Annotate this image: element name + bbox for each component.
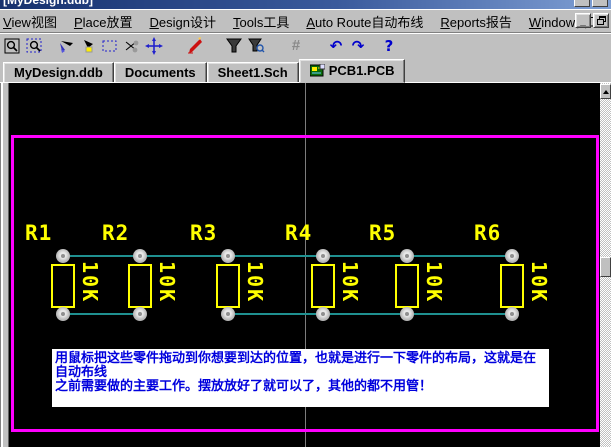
pad[interactable] bbox=[400, 307, 414, 321]
value-label: 10K bbox=[527, 261, 551, 303]
deselect-button[interactable] bbox=[121, 35, 143, 57]
select-area-button[interactable] bbox=[99, 35, 121, 57]
menu-tools[interactable]: Tools工具 bbox=[224, 9, 298, 34]
cross-probe-button[interactable] bbox=[55, 35, 77, 57]
highlight-pen-button[interactable] bbox=[77, 35, 99, 57]
probe-knife-icon bbox=[57, 37, 75, 55]
pad[interactable] bbox=[505, 307, 519, 321]
resistor-body bbox=[51, 264, 75, 308]
scrollbar-thumb[interactable] bbox=[600, 257, 611, 277]
scatter-dots-icon bbox=[123, 37, 141, 55]
pcb-document-icon bbox=[310, 64, 325, 77]
vertical-scrollbar[interactable] bbox=[600, 83, 611, 447]
pad[interactable] bbox=[133, 249, 147, 263]
instruction-note[interactable]: 用鼠标把这些零件拖动到你想要到达的位置，也就是进行一下零件的布局，这就是在自动布… bbox=[52, 349, 549, 407]
tab-sheet1-sch[interactable]: Sheet1.Sch bbox=[207, 62, 299, 83]
component-r3[interactable]: R3 10K bbox=[216, 221, 296, 333]
value-label: 10K bbox=[155, 261, 179, 303]
minimize-button[interactable]: _ bbox=[575, 13, 591, 28]
filter-button[interactable] bbox=[223, 35, 245, 57]
left-edge-strip bbox=[0, 83, 9, 447]
value-label: 10K bbox=[338, 261, 362, 303]
help-icon: ? bbox=[385, 37, 394, 55]
tab-pcb1-pcb[interactable]: PCB1.PCB bbox=[299, 59, 406, 83]
interactive-edit-button[interactable] bbox=[183, 35, 205, 57]
pad[interactable] bbox=[56, 307, 70, 321]
funnel-magnifier-icon bbox=[247, 37, 265, 55]
arrow-up-icon bbox=[603, 90, 609, 94]
document-tab-bar: MyDesign.ddb Documents Sheet1.Sch PCB1.P… bbox=[0, 58, 611, 83]
menu-bar: View视图 Place放置 Design设计 Tools工具 Auto Rou… bbox=[0, 9, 611, 32]
tab-label: PCB1.PCB bbox=[329, 63, 395, 78]
designator-label: R6 bbox=[474, 221, 501, 245]
undo-icon: ↶ bbox=[330, 37, 343, 55]
menu-view[interactable]: View视图 bbox=[0, 9, 66, 34]
titlebar-minimize-button[interactable] bbox=[574, 0, 590, 7]
pad[interactable] bbox=[221, 307, 235, 321]
toolbar: # ↶ ↷ ? bbox=[0, 32, 611, 58]
undo-button[interactable]: ↶ bbox=[325, 35, 347, 57]
red-pencil-icon bbox=[185, 37, 203, 55]
menu-autoroute[interactable]: Auto Route自动布线 bbox=[297, 9, 432, 34]
grid-icon: # bbox=[292, 37, 300, 54]
document-window-controls: _ bbox=[575, 13, 609, 28]
menu-place[interactable]: Place放置 bbox=[65, 9, 142, 34]
pen-icon bbox=[79, 37, 97, 55]
pad[interactable] bbox=[316, 249, 330, 263]
note-line-2: 之前需要做的主要工作。摆放放好了就可以了，其他的都不用管！ bbox=[55, 379, 546, 393]
value-label: 10K bbox=[422, 261, 446, 303]
window-title: [MyDesign.ddb] bbox=[3, 0, 93, 7]
note-line-1: 用鼠标把这些零件拖动到你想要到达的位置，也就是进行一下零件的布局，这就是在自动布… bbox=[55, 351, 546, 379]
pad[interactable] bbox=[505, 249, 519, 263]
help-button[interactable]: ? bbox=[378, 35, 400, 57]
designator-label: R4 bbox=[285, 221, 312, 245]
grid-toggle-button[interactable]: # bbox=[285, 35, 307, 57]
tab-label: Sheet1.Sch bbox=[218, 65, 288, 80]
zoom-window-button[interactable] bbox=[2, 35, 24, 57]
restore-button[interactable] bbox=[593, 13, 609, 28]
redo-icon: ↷ bbox=[352, 37, 365, 55]
move-cross-icon bbox=[145, 37, 163, 55]
tab-label: Documents bbox=[125, 65, 196, 80]
scroll-up-button[interactable] bbox=[600, 84, 611, 99]
magnifier-area-icon bbox=[26, 37, 44, 55]
component-r5[interactable]: R5 10K bbox=[395, 221, 475, 333]
funnel-icon bbox=[225, 37, 243, 55]
pad[interactable] bbox=[133, 307, 147, 321]
tab-mydesign-ddb[interactable]: MyDesign.ddb bbox=[3, 62, 114, 83]
value-label: 10K bbox=[243, 261, 267, 303]
menu-design[interactable]: Design设计 bbox=[140, 9, 224, 34]
resistor-body bbox=[500, 264, 524, 308]
pad[interactable] bbox=[221, 249, 235, 263]
resistor-body bbox=[311, 264, 335, 308]
designator-label: R2 bbox=[102, 221, 129, 245]
move-object-button[interactable] bbox=[143, 35, 165, 57]
menu-reports[interactable]: Reports报告 bbox=[431, 9, 521, 34]
redo-button[interactable]: ↷ bbox=[347, 35, 369, 57]
restore-icon bbox=[597, 16, 606, 25]
zoom-area-button[interactable] bbox=[24, 35, 46, 57]
component-r6[interactable]: R6 10K bbox=[500, 221, 580, 333]
tab-documents[interactable]: Documents bbox=[114, 62, 207, 83]
designator-label: R1 bbox=[25, 221, 52, 245]
resistor-body bbox=[395, 264, 419, 308]
selection-rect-icon bbox=[101, 37, 119, 55]
titlebar-restore-button[interactable] bbox=[592, 0, 608, 7]
designator-label: R5 bbox=[369, 221, 396, 245]
value-label: 10K bbox=[78, 261, 102, 303]
pad[interactable] bbox=[316, 307, 330, 321]
designator-label: R3 bbox=[190, 221, 217, 245]
pcb-editor-window: { "window": { "title_fragment": "[MyDesi… bbox=[0, 0, 611, 447]
tab-label: MyDesign.ddb bbox=[14, 65, 103, 80]
resistor-body bbox=[128, 264, 152, 308]
filter-zoom-button[interactable] bbox=[245, 35, 267, 57]
pad[interactable] bbox=[56, 249, 70, 263]
pad[interactable] bbox=[400, 249, 414, 263]
resistor-body bbox=[216, 264, 240, 308]
magnifier-icon bbox=[4, 37, 22, 55]
work-area: R1 10K R2 10K R3 10K R4 10K bbox=[0, 83, 611, 447]
pcb-canvas[interactable]: R1 10K R2 10K R3 10K R4 10K bbox=[9, 83, 600, 447]
